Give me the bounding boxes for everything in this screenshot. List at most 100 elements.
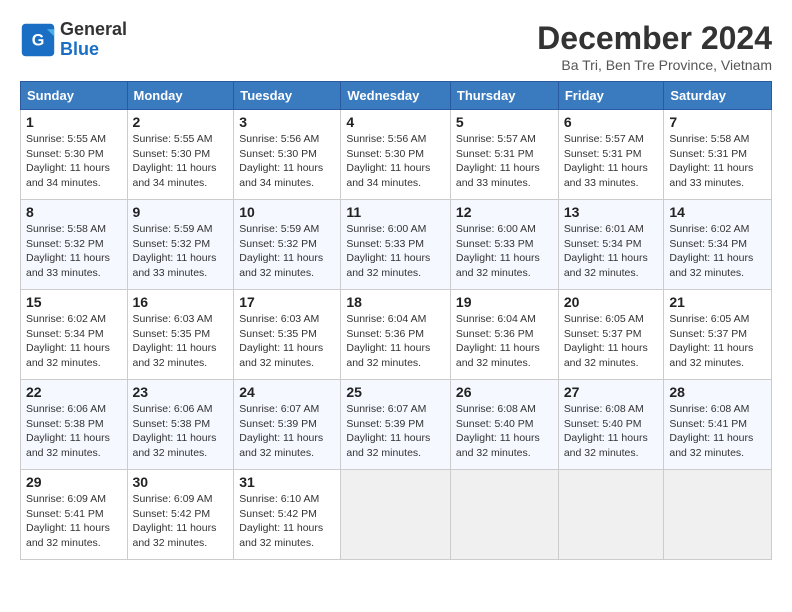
cell-details: Sunrise: 6:00 AM Sunset: 5:33 PM Dayligh… [456,222,553,281]
cell-details: Sunrise: 5:57 AM Sunset: 5:31 PM Dayligh… [564,132,659,191]
day-number: 9 [133,204,229,220]
day-number: 2 [133,114,229,130]
month-title: December 2024 [537,20,772,57]
day-number: 11 [346,204,445,220]
day-number: 16 [133,294,229,310]
day-number: 4 [346,114,445,130]
calendar-cell: 16 Sunrise: 6:03 AM Sunset: 5:35 PM Dayli… [127,290,234,380]
calendar-cell: 17 Sunrise: 6:03 AM Sunset: 5:35 PM Dayli… [234,290,341,380]
cell-details: Sunrise: 6:05 AM Sunset: 5:37 PM Dayligh… [669,312,766,371]
cell-details: Sunrise: 6:04 AM Sunset: 5:36 PM Dayligh… [346,312,445,371]
cell-details: Sunrise: 5:59 AM Sunset: 5:32 PM Dayligh… [239,222,335,281]
calendar-cell: 19Sunrise: 6:04 AM Sunset: 5:36 PM Dayli… [450,290,558,380]
calendar-cell: 30 Sunrise: 6:09 AM Sunset: 5:42 PM Dayli… [127,470,234,560]
cell-details: Sunrise: 5:58 AM Sunset: 5:32 PM Dayligh… [26,222,122,281]
day-number: 25 [346,384,445,400]
day-number: 17 [239,294,335,310]
calendar-cell: 4Sunrise: 5:56 AM Sunset: 5:30 PM Daylig… [341,110,451,200]
weekday-header-row: SundayMondayTuesdayWednesdayThursdayFrid… [21,82,772,110]
calendar-body: 1 Sunrise: 5:55 AM Sunset: 5:30 PM Daylig… [21,110,772,560]
logo-line1: General [60,20,127,40]
calendar-table: SundayMondayTuesdayWednesdayThursdayFrid… [20,81,772,560]
cell-details: Sunrise: 5:55 AM Sunset: 5:30 PM Dayligh… [133,132,229,191]
cell-details: Sunrise: 6:05 AM Sunset: 5:37 PM Dayligh… [564,312,659,371]
calendar-cell: 25 Sunrise: 6:07 AM Sunset: 5:39 PM Dayli… [341,380,451,470]
calendar-cell [341,470,451,560]
calendar-cell: 18 Sunrise: 6:04 AM Sunset: 5:36 PM Dayli… [341,290,451,380]
weekday-tuesday: Tuesday [234,82,341,110]
weekday-wednesday: Wednesday [341,82,451,110]
calendar-week-4: 22 Sunrise: 6:06 AM Sunset: 5:38 PM Dayli… [21,380,772,470]
logo-icon: G [20,22,56,58]
weekday-monday: Monday [127,82,234,110]
calendar-cell: 12 Sunrise: 6:00 AM Sunset: 5:33 PM Dayli… [450,200,558,290]
day-number: 20 [564,294,659,310]
calendar-cell: 5Sunrise: 5:57 AM Sunset: 5:31 PM Daylig… [450,110,558,200]
cell-details: Sunrise: 6:03 AM Sunset: 5:35 PM Dayligh… [133,312,229,371]
cell-details: Sunrise: 6:06 AM Sunset: 5:38 PM Dayligh… [26,402,122,461]
calendar-cell: 27Sunrise: 6:08 AM Sunset: 5:40 PM Dayli… [558,380,664,470]
day-number: 30 [133,474,229,490]
day-number: 8 [26,204,122,220]
calendar-cell: 24 Sunrise: 6:07 AM Sunset: 5:39 PM Dayli… [234,380,341,470]
calendar-cell: 2 Sunrise: 5:55 AM Sunset: 5:30 PM Daylig… [127,110,234,200]
day-number: 26 [456,384,553,400]
logo: G General Blue [20,20,127,60]
cell-details: Sunrise: 6:09 AM Sunset: 5:42 PM Dayligh… [133,492,229,551]
calendar-cell: 15 Sunrise: 6:02 AM Sunset: 5:34 PM Dayli… [21,290,128,380]
weekday-friday: Friday [558,82,664,110]
day-number: 19 [456,294,553,310]
cell-details: Sunrise: 6:02 AM Sunset: 5:34 PM Dayligh… [26,312,122,371]
calendar-cell: 7Sunrise: 5:58 AM Sunset: 5:31 PM Daylig… [664,110,772,200]
calendar-cell: 29 Sunrise: 6:09 AM Sunset: 5:41 PM Dayli… [21,470,128,560]
cell-details: Sunrise: 5:59 AM Sunset: 5:32 PM Dayligh… [133,222,229,281]
calendar-cell [450,470,558,560]
calendar-cell: 31 Sunrise: 6:10 AM Sunset: 5:42 PM Dayli… [234,470,341,560]
day-number: 14 [669,204,766,220]
calendar-cell: 26 Sunrise: 6:08 AM Sunset: 5:40 PM Dayli… [450,380,558,470]
day-number: 21 [669,294,766,310]
day-number: 1 [26,114,122,130]
calendar-cell: 11 Sunrise: 6:00 AM Sunset: 5:33 PM Dayli… [341,200,451,290]
day-number: 22 [26,384,122,400]
day-number: 23 [133,384,229,400]
logo-line2: Blue [60,40,127,60]
calendar-cell: 13 Sunrise: 6:01 AM Sunset: 5:34 PM Dayli… [558,200,664,290]
day-number: 28 [669,384,766,400]
cell-details: Sunrise: 6:10 AM Sunset: 5:42 PM Dayligh… [239,492,335,551]
day-number: 24 [239,384,335,400]
weekday-saturday: Saturday [664,82,772,110]
cell-details: Sunrise: 6:08 AM Sunset: 5:40 PM Dayligh… [456,402,553,461]
cell-details: Sunrise: 6:03 AM Sunset: 5:35 PM Dayligh… [239,312,335,371]
cell-details: Sunrise: 6:09 AM Sunset: 5:41 PM Dayligh… [26,492,122,551]
weekday-sunday: Sunday [21,82,128,110]
day-number: 18 [346,294,445,310]
page-header: G General Blue December 2024 Ba Tri, Ben… [20,20,772,73]
calendar-cell: 8 Sunrise: 5:58 AM Sunset: 5:32 PM Daylig… [21,200,128,290]
location: Ba Tri, Ben Tre Province, Vietnam [537,57,772,73]
cell-details: Sunrise: 6:00 AM Sunset: 5:33 PM Dayligh… [346,222,445,281]
cell-details: Sunrise: 5:58 AM Sunset: 5:31 PM Dayligh… [669,132,766,191]
logo-text: General Blue [60,20,127,60]
day-number: 29 [26,474,122,490]
calendar-week-1: 1 Sunrise: 5:55 AM Sunset: 5:30 PM Daylig… [21,110,772,200]
day-number: 3 [239,114,335,130]
calendar-week-3: 15 Sunrise: 6:02 AM Sunset: 5:34 PM Dayli… [21,290,772,380]
cell-details: Sunrise: 5:55 AM Sunset: 5:30 PM Dayligh… [26,132,122,191]
calendar-cell: 6Sunrise: 5:57 AM Sunset: 5:31 PM Daylig… [558,110,664,200]
calendar-week-5: 29 Sunrise: 6:09 AM Sunset: 5:41 PM Dayli… [21,470,772,560]
day-number: 31 [239,474,335,490]
day-number: 12 [456,204,553,220]
day-number: 15 [26,294,122,310]
calendar-cell: 14Sunrise: 6:02 AM Sunset: 5:34 PM Dayli… [664,200,772,290]
svg-text:G: G [32,31,45,49]
weekday-thursday: Thursday [450,82,558,110]
cell-details: Sunrise: 5:57 AM Sunset: 5:31 PM Dayligh… [456,132,553,191]
day-number: 13 [564,204,659,220]
cell-details: Sunrise: 6:01 AM Sunset: 5:34 PM Dayligh… [564,222,659,281]
day-number: 27 [564,384,659,400]
calendar-cell: 1 Sunrise: 5:55 AM Sunset: 5:30 PM Daylig… [21,110,128,200]
cell-details: Sunrise: 6:07 AM Sunset: 5:39 PM Dayligh… [239,402,335,461]
day-number: 10 [239,204,335,220]
cell-details: Sunrise: 6:07 AM Sunset: 5:39 PM Dayligh… [346,402,445,461]
